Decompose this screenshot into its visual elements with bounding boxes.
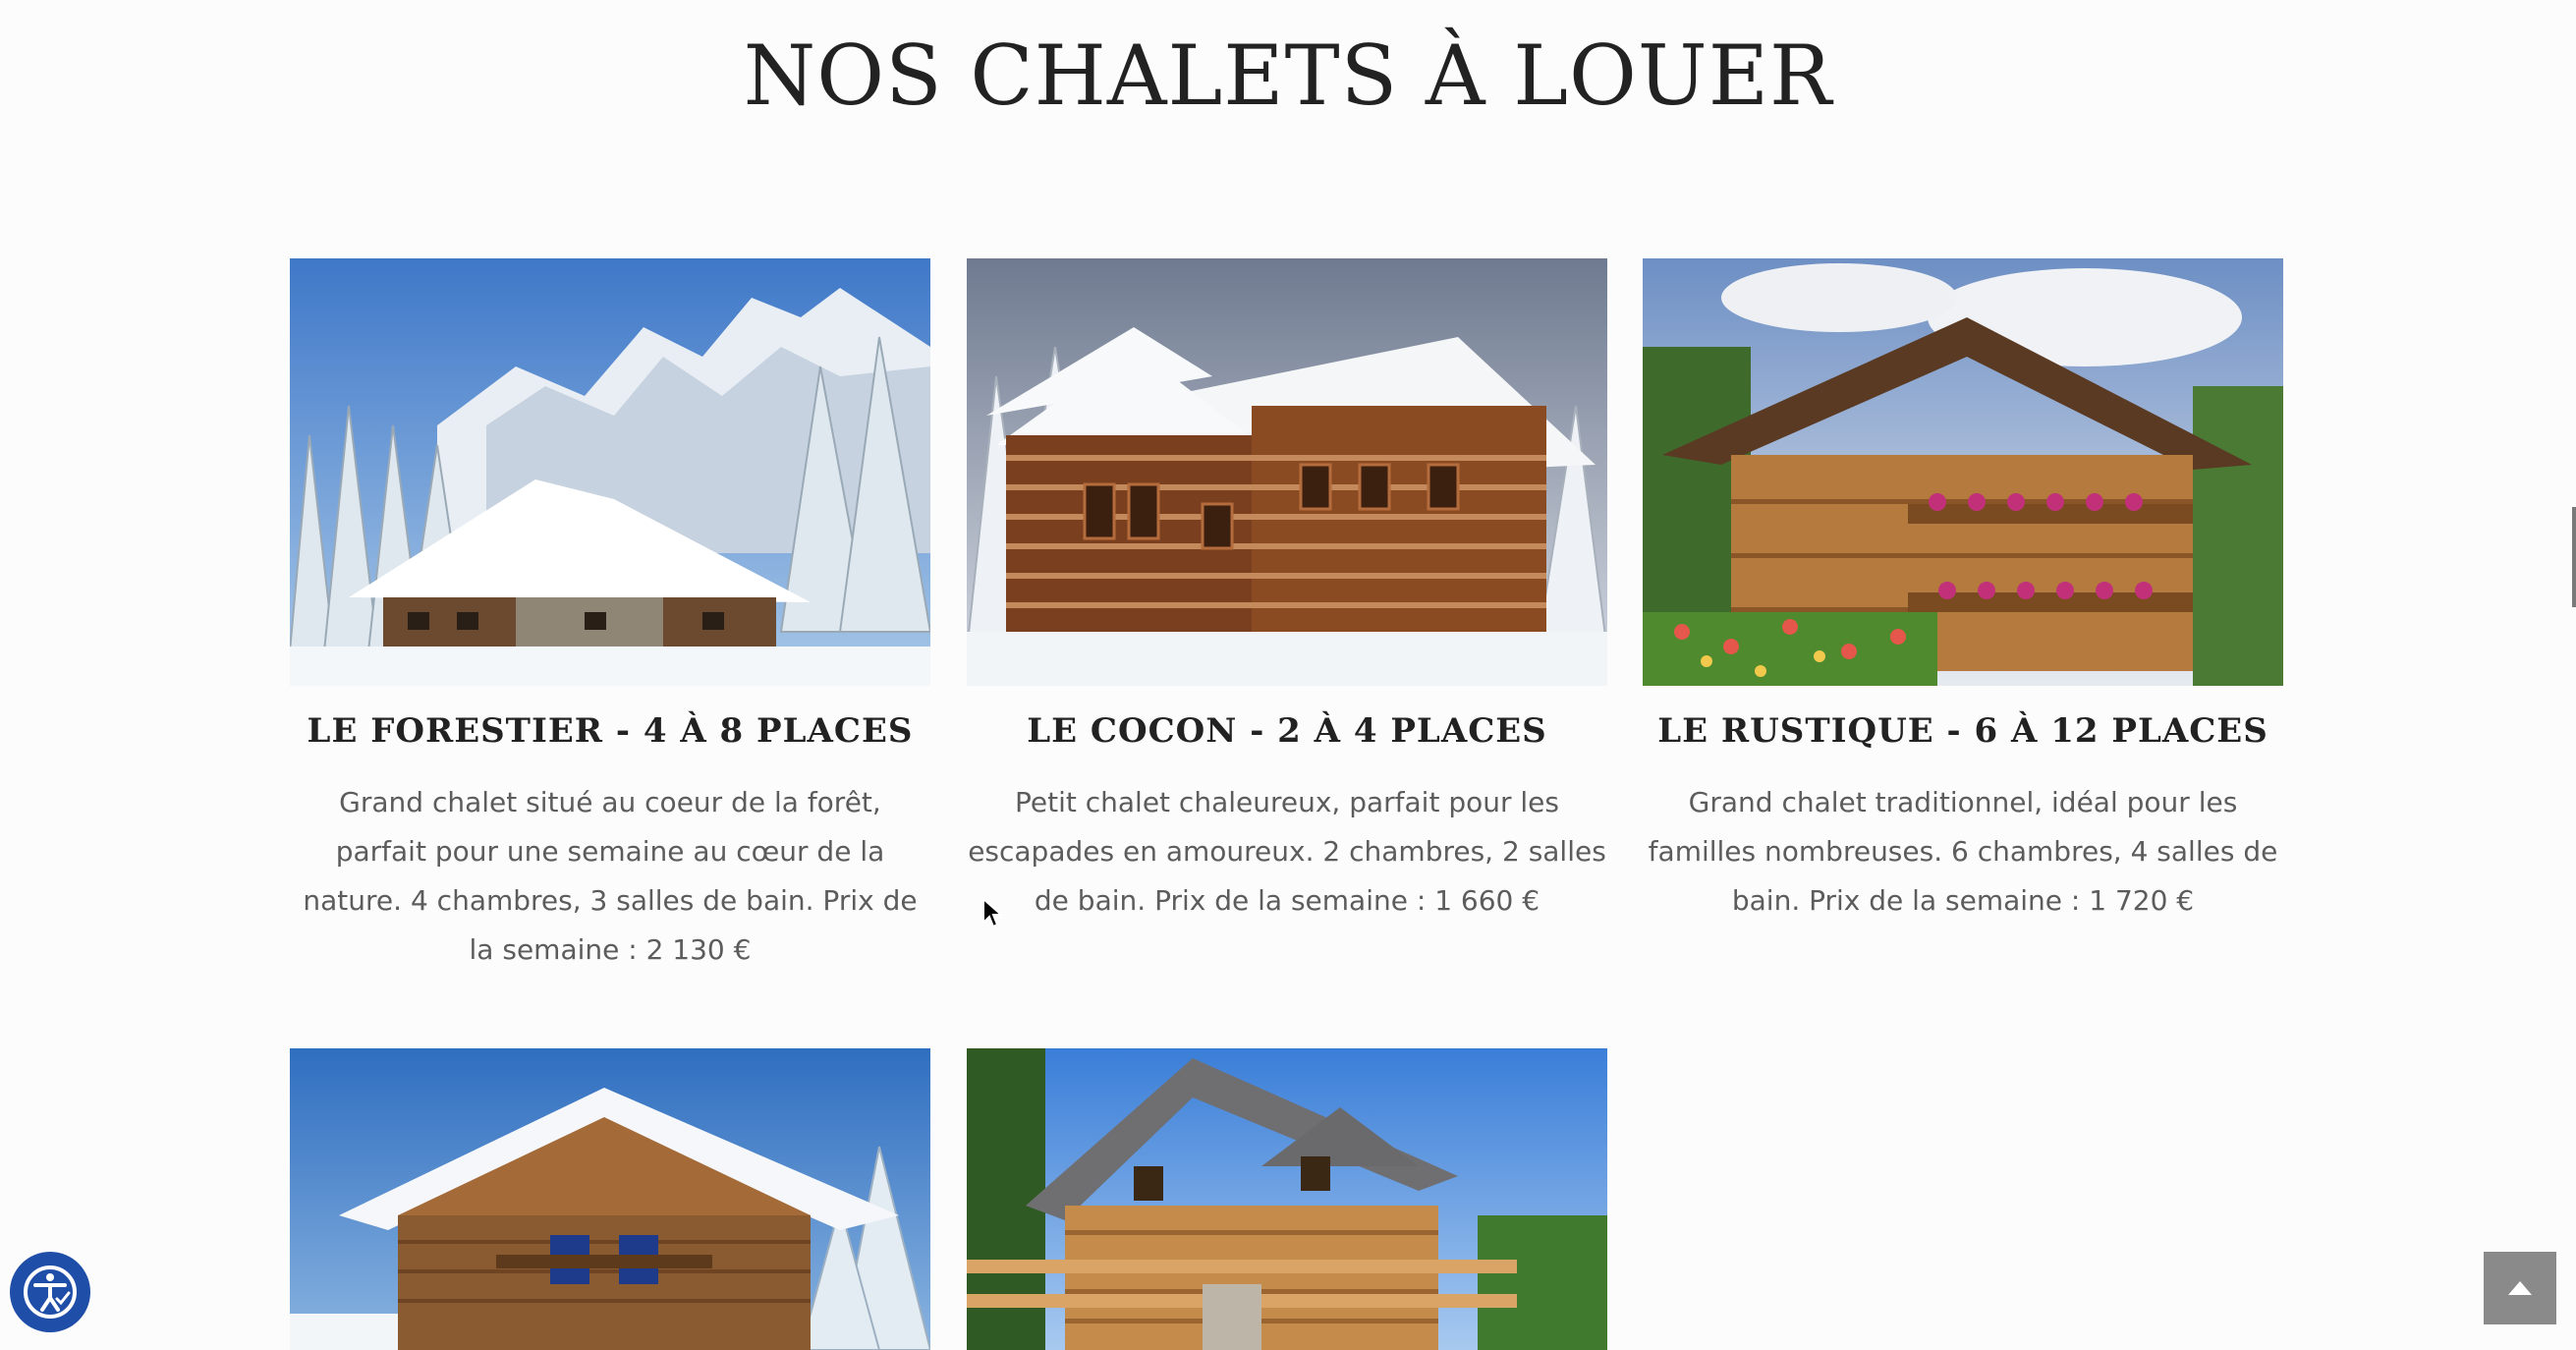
chalet-title[interactable]: LE COCON - 2 À 4 PLACES [967,711,1607,751]
accessibility-icon [24,1266,77,1319]
chalet-image-5[interactable] [967,1048,1607,1350]
chalet-card-rustique: LE RUSTIQUE - 6 À 12 PLACES Grand chalet… [1643,258,2283,926]
chalet-description: Petit chalet chaleureux, parfait pour le… [968,786,1606,917]
chalet-card-forestier: LE FORESTIER - 4 À 8 PLACES Grand chalet… [290,258,930,975]
chalet-card-5 [967,1048,1607,1350]
snowy-chalet-mountains-image [290,258,930,686]
flowered-chalet-summer-image [1643,258,2283,686]
accessibility-button[interactable] [10,1252,90,1332]
chalet-image-4[interactable] [290,1048,930,1350]
chalet-image-rustique[interactable] [1643,258,2283,686]
chalet-card-4 [290,1048,930,1350]
page-title: NOS CHALETS À LOUER [743,28,1833,124]
back-to-top-button[interactable] [2484,1252,2556,1324]
log-cabin-summer-image [967,1048,1607,1350]
chalet-title[interactable]: LE RUSTIQUE - 6 À 12 PLACES [1643,711,2283,751]
mouse-cursor-icon [981,896,1004,933]
chevron-up-icon [2508,1281,2532,1295]
scroll-edge-indicator [2572,507,2576,607]
chalet-image-forestier[interactable] [290,258,930,686]
chalet-title[interactable]: LE FORESTIER - 4 À 8 PLACES [290,711,930,751]
chalet-card-cocon: LE COCON - 2 À 4 PLACES Petit chalet cha… [967,258,1607,926]
log-chalet-snow-image [967,258,1607,686]
chalet-description: Grand chalet traditionnel, idéal pour le… [1648,786,2278,917]
chalet-description: Grand chalet situé au coeur de la forêt,… [303,786,918,966]
alpine-chalet-snow-roof-image [290,1048,930,1350]
chalet-image-cocon[interactable] [967,258,1607,686]
